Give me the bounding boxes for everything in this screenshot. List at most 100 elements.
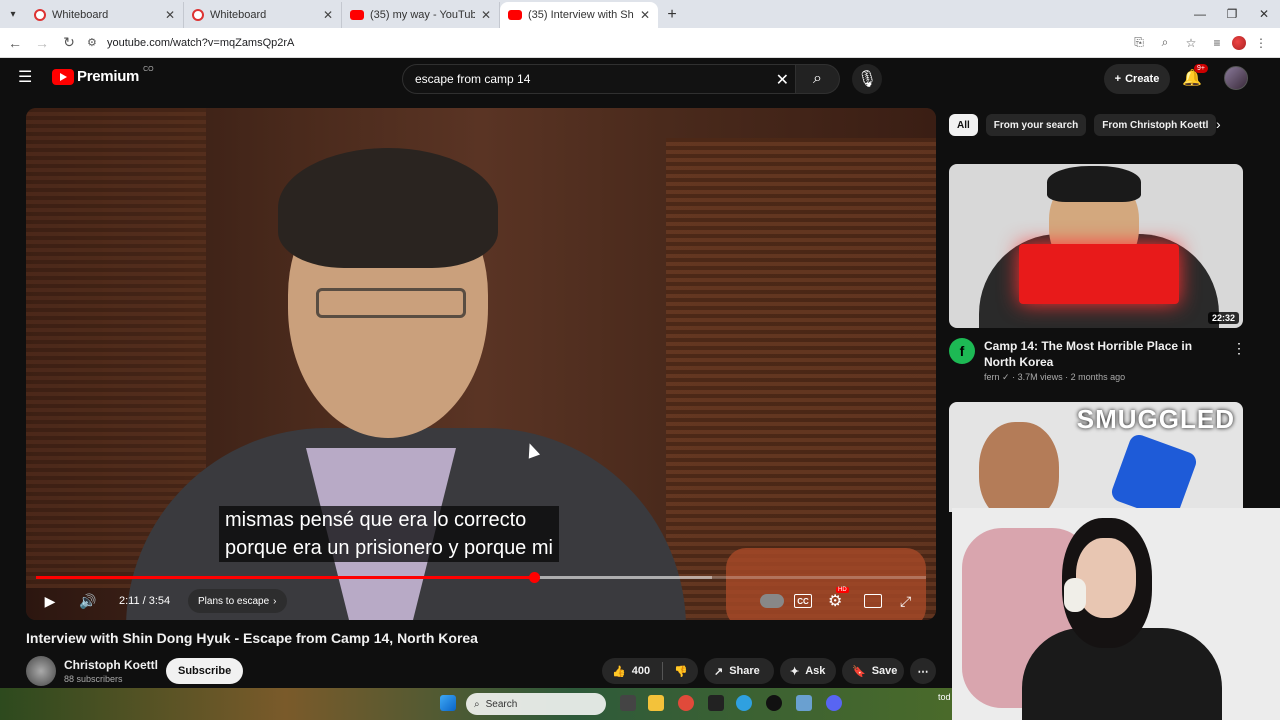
browser-menu-icon[interactable]: ⋮ bbox=[1250, 32, 1272, 54]
fullscreen-icon[interactable]: ⤢ bbox=[900, 593, 911, 610]
taskbar-label: tod bbox=[938, 692, 951, 702]
channel-icon[interactable]: f bbox=[949, 338, 975, 364]
close-tab-icon[interactable]: ✕ bbox=[640, 8, 650, 22]
more-actions-icon[interactable]: ⋯ bbox=[910, 658, 936, 684]
zoom-icon[interactable]: ⌕ bbox=[1154, 32, 1176, 54]
country-code: CO bbox=[143, 66, 154, 73]
close-tab-icon[interactable]: ✕ bbox=[323, 8, 333, 22]
recommendation-title[interactable]: Camp 14: The Most Horrible Place in Nort… bbox=[984, 338, 1220, 370]
app-icon[interactable] bbox=[796, 695, 812, 711]
thumbs-up-icon[interactable]: 👍 bbox=[612, 665, 626, 678]
channel-avatar[interactable] bbox=[26, 656, 56, 686]
chapter-label: Plans to escape bbox=[198, 595, 270, 607]
close-tab-icon[interactable]: ✕ bbox=[481, 8, 491, 22]
recommendation-meta: fern ✓ · 3.7M views · 2 months ago bbox=[984, 372, 1125, 383]
app-icon[interactable] bbox=[708, 695, 724, 711]
autoplay-toggle[interactable] bbox=[760, 594, 784, 608]
notifications-icon[interactable]: 🔔 9+ bbox=[1182, 64, 1208, 90]
like-dislike-group: 👍 400 👎 bbox=[602, 658, 698, 684]
bookmark-star-icon[interactable]: ☆ bbox=[1180, 32, 1202, 54]
restore-icon[interactable]: ❐ bbox=[1216, 0, 1248, 28]
url-text: youtube.com/watch?v=mqZamsQp2rA bbox=[107, 36, 295, 49]
settings-gear-icon[interactable]: ⚙ HD bbox=[828, 587, 849, 611]
reload-icon[interactable]: ↻ bbox=[57, 31, 81, 55]
windows-taskbar: ⌕ Search bbox=[0, 688, 952, 720]
discord-icon[interactable] bbox=[826, 695, 842, 711]
obs-icon[interactable] bbox=[766, 695, 782, 711]
close-window-icon[interactable]: ✕ bbox=[1248, 0, 1280, 28]
youtube-icon bbox=[350, 10, 364, 20]
back-icon[interactable]: ← bbox=[3, 31, 27, 55]
thumbs-down-icon[interactable]: 👎 bbox=[674, 665, 688, 678]
chevron-right-icon[interactable]: › bbox=[1216, 116, 1221, 132]
youtube-logo[interactable]: Premium CO bbox=[52, 66, 154, 85]
file-explorer-icon[interactable] bbox=[648, 695, 664, 711]
video-frame-shutter-right bbox=[666, 138, 936, 618]
close-tab-icon[interactable]: ✕ bbox=[165, 8, 175, 22]
ask-button[interactable]: ✦ Ask bbox=[780, 658, 836, 684]
plus-icon: + bbox=[1114, 73, 1122, 85]
video-player[interactable]: mismas pensé que era lo correcto porque … bbox=[26, 108, 936, 620]
minimize-icon[interactable]: — bbox=[1184, 0, 1216, 28]
more-vert-icon[interactable]: ⋮ bbox=[1232, 340, 1246, 357]
site-info-icon[interactable]: ⚙ bbox=[87, 36, 103, 49]
browser-tab[interactable]: Whiteboard ✕ bbox=[26, 2, 184, 28]
rec-views: 3.7M views bbox=[1017, 372, 1063, 382]
captions-icon[interactable]: CC bbox=[794, 594, 812, 608]
edge-icon[interactable] bbox=[736, 695, 752, 711]
account-avatar[interactable] bbox=[1224, 66, 1248, 90]
new-tab-icon[interactable]: + bbox=[658, 2, 686, 28]
ask-label: Ask bbox=[805, 665, 826, 677]
clear-search-icon[interactable]: ✕ bbox=[776, 70, 789, 90]
task-view-icon[interactable] bbox=[620, 695, 636, 711]
tab-title: (35) my way - YouTube bbox=[370, 9, 475, 21]
browser-tab[interactable]: (35) my way - YouTube ✕ bbox=[342, 2, 500, 28]
windows-start-icon[interactable] bbox=[440, 695, 456, 711]
channel-name[interactable]: Christoph Koettl bbox=[64, 658, 158, 672]
microphone-icon[interactable]: 🎙 bbox=[852, 64, 882, 94]
share-button[interactable]: ↗ Share bbox=[704, 658, 774, 684]
youtube-header: ☰ Premium CO escape from camp 14 ✕ ⌕ 🎙 +… bbox=[0, 58, 1280, 100]
chip-all[interactable]: All bbox=[949, 114, 978, 136]
player-controls: ▶ 🔊 2:11 / 3:54 Plans to escape › CC ⚙ HD… bbox=[26, 586, 936, 616]
taskbar-search[interactable]: ⌕ Search bbox=[466, 693, 606, 715]
chapter-button[interactable]: Plans to escape › bbox=[188, 589, 287, 613]
hd-badge: HD bbox=[836, 587, 849, 593]
like-count[interactable]: 400 bbox=[632, 665, 650, 677]
share-label: Share bbox=[729, 665, 760, 677]
theater-mode-icon[interactable] bbox=[864, 594, 882, 608]
video-duration: 22:32 bbox=[1207, 312, 1239, 324]
rec-channel-name[interactable]: fern bbox=[984, 372, 1000, 382]
profile-avatar-icon[interactable] bbox=[1232, 35, 1246, 50]
forward-icon[interactable]: → bbox=[30, 31, 54, 55]
search-icon[interactable]: ⌕ bbox=[796, 64, 840, 94]
media-controls-icon[interactable]: ≡ bbox=[1206, 32, 1228, 54]
youtube-play-icon bbox=[52, 68, 74, 85]
menu-icon[interactable]: ☰ bbox=[18, 70, 34, 86]
install-app-icon[interactable]: ⎘ bbox=[1128, 32, 1150, 54]
search-icon: ⌕ bbox=[474, 698, 480, 710]
tab-search-dropdown-icon[interactable]: ▾ bbox=[0, 0, 26, 28]
browser-tab-active[interactable]: (35) Interview with Shin Dong H ✕ bbox=[500, 2, 658, 28]
recommendation-thumbnail[interactable]: SMUGGLED bbox=[949, 402, 1243, 512]
tab-title: Whiteboard bbox=[52, 9, 109, 21]
video-frame-glasses bbox=[316, 288, 466, 318]
logo-text: Premium bbox=[77, 68, 140, 85]
thumbnail-red-block bbox=[1019, 244, 1179, 304]
subscribe-button[interactable]: Subscribe bbox=[166, 658, 244, 684]
create-button[interactable]: + Create bbox=[1104, 64, 1170, 94]
chip-from-channel[interactable]: From Christoph Koettl bbox=[1094, 114, 1217, 136]
browser-tab[interactable]: Whiteboard ✕ bbox=[184, 2, 342, 28]
sparkle-icon: ✦ bbox=[790, 665, 800, 678]
chrome-icon[interactable] bbox=[678, 695, 694, 711]
url-field[interactable]: ⚙ youtube.com/watch?v=mqZamsQp2rA bbox=[87, 31, 1118, 55]
progress-bar[interactable] bbox=[36, 572, 926, 583]
play-icon[interactable]: ▶ bbox=[40, 591, 60, 611]
notification-badge: 9+ bbox=[1194, 64, 1208, 73]
chip-from-search[interactable]: From your search bbox=[985, 114, 1087, 136]
volume-icon[interactable]: 🔊 bbox=[78, 591, 98, 611]
search-input[interactable]: escape from camp 14 ✕ bbox=[402, 64, 796, 94]
whiteboard-icon bbox=[192, 9, 204, 21]
recommendation-thumbnail[interactable]: 22:32 bbox=[949, 164, 1243, 328]
save-button[interactable]: 🔖 Save bbox=[842, 658, 904, 684]
